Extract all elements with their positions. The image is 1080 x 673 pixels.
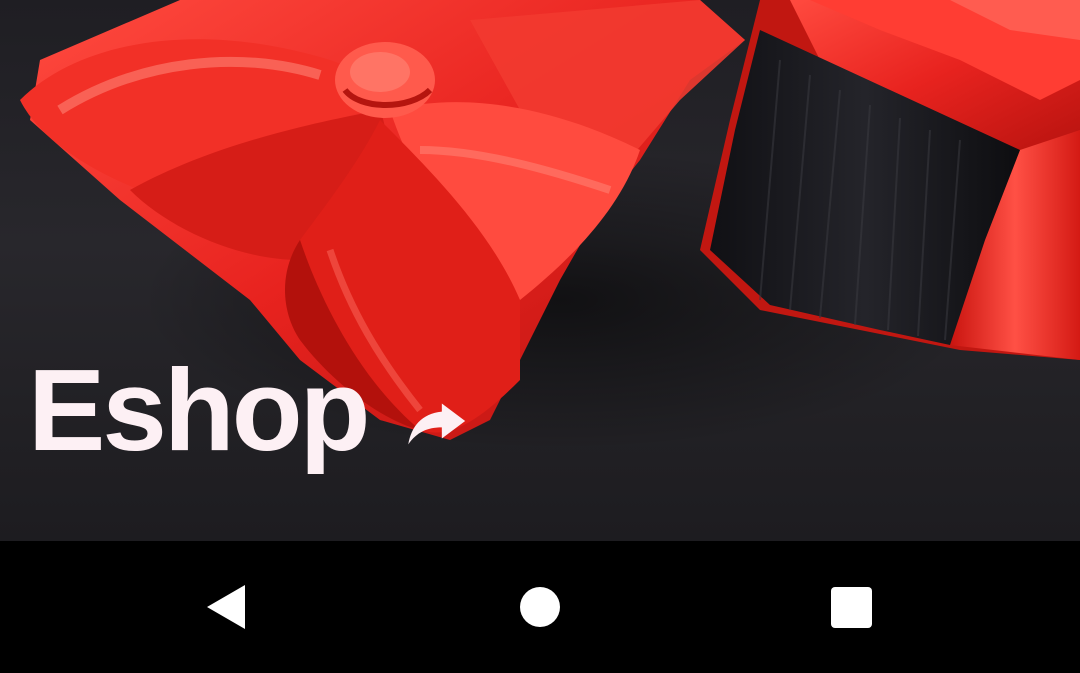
share-arrow-icon [408,403,466,445]
recents-button[interactable] [825,581,877,633]
eshop-title: Eshop [28,345,370,475]
home-button[interactable] [514,581,566,633]
screen: Eshop [0,0,1080,673]
recents-square-icon [830,586,872,628]
home-circle-icon [520,587,560,627]
back-triangle-icon [207,585,245,629]
system-navigation-bar [0,541,1080,673]
hero-title-row[interactable]: Eshop [28,352,471,468]
eshop-hero-card[interactable]: Eshop [0,0,1080,541]
back-button[interactable] [200,581,252,633]
